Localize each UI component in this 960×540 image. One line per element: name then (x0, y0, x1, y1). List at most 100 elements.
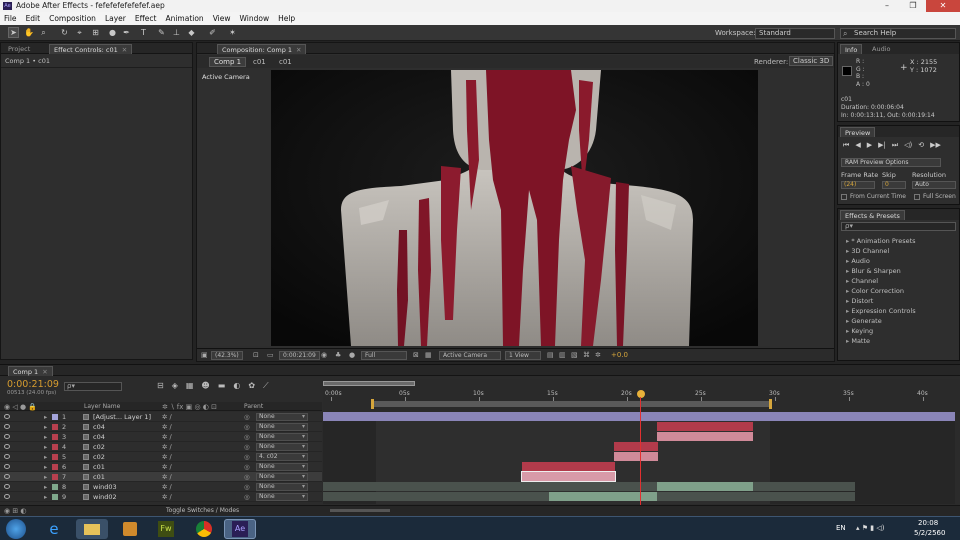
parent-select[interactable]: None (256, 493, 308, 501)
label-color-swatch[interactable] (52, 484, 58, 490)
zoom-slider[interactable] (330, 509, 390, 512)
menu-composition[interactable]: Composition (49, 12, 96, 25)
time-navigator[interactable] (323, 381, 415, 386)
channel-icon[interactable]: ● (349, 351, 355, 359)
parent-column[interactable]: Parent (244, 403, 263, 410)
resolution-select[interactable]: Full (361, 351, 407, 360)
parent-pickwhip-icon[interactable]: ◎ (244, 452, 250, 462)
parent-pickwhip-icon[interactable]: ◎ (244, 412, 250, 422)
layer-row[interactable]: ▸ 3 c04 ✲ ∕ ◎ None (0, 432, 322, 442)
graph-editor-icon[interactable]: ⟋ (263, 381, 269, 391)
puppet-tool-icon[interactable]: ✶ (228, 28, 237, 37)
chrome-icon[interactable] (188, 519, 220, 539)
toggle-pixel-icon[interactable]: ▤ (547, 351, 554, 359)
parent-pickwhip-icon[interactable]: ◎ (244, 422, 250, 432)
label-color-swatch[interactable] (52, 494, 58, 500)
tab-project[interactable]: Project (4, 44, 34, 54)
visibility-eye-icon[interactable] (4, 464, 10, 469)
hand-tool-icon[interactable]: ✋ (24, 28, 34, 37)
layer-bar[interactable] (521, 471, 616, 482)
parent-select[interactable]: None (256, 443, 308, 451)
reset-exposure-icon[interactable]: ✲ (595, 351, 601, 359)
tab-audio[interactable]: Audio (868, 44, 894, 54)
close-tab-icon[interactable]: ✕ (122, 46, 127, 54)
parent-pickwhip-icon[interactable]: ◎ (244, 482, 250, 492)
exposure-value[interactable]: +0.0 (611, 351, 628, 359)
maximize-icon[interactable]: ❐ (900, 0, 926, 12)
search-help-input[interactable]: Search Help (840, 28, 956, 39)
timeline-icon[interactable]: ▧ (571, 351, 578, 359)
menu-layer[interactable]: Layer (105, 12, 126, 25)
frame-blending-icon[interactable]: ▬ (218, 381, 226, 391)
parent-pickwhip-icon[interactable]: ◎ (244, 462, 250, 472)
crumb-c01[interactable]: c01 (253, 58, 266, 66)
hide-shy-icon[interactable]: ☻ (201, 381, 209, 391)
region-of-interest-icon[interactable]: ⊠ (413, 351, 419, 359)
brainstorm-icon[interactable]: ✿ (248, 381, 255, 391)
layer-switches-icon[interactable]: ✲ ∕ (162, 412, 172, 422)
effects-item[interactable]: Color Correction (846, 287, 904, 295)
work-area-end[interactable] (769, 399, 772, 409)
layer-switches-icon[interactable]: ✲ ∕ (162, 482, 172, 492)
menu-help[interactable]: Help (278, 12, 295, 25)
layer-name[interactable]: c04 (93, 422, 105, 432)
expand-arrow-icon[interactable]: ▸ (44, 452, 47, 462)
menu-effect[interactable]: Effect (135, 12, 157, 25)
layer-row[interactable]: ▸ 8 wind03 ✲ ∕ ◎ None (0, 482, 322, 492)
mask-tool-icon[interactable]: ● (108, 28, 117, 37)
layer-row[interactable]: ▸ 6 c01 ✲ ∕ ◎ None (0, 462, 322, 472)
expand-arrow-icon[interactable]: ▸ (44, 492, 47, 502)
camera-view-select[interactable]: Active Camera (439, 351, 501, 360)
start-button-icon[interactable] (6, 519, 26, 539)
layer-switches-icon[interactable]: ✲ ∕ (162, 432, 172, 442)
camera-tool-icon[interactable]: ⌖ (75, 28, 84, 37)
layer-row[interactable]: ▸ 7 c01 ✲ ∕ ◎ None (0, 472, 322, 482)
playhead-handle[interactable] (637, 390, 645, 398)
comp-mini-flowchart-icon[interactable]: ⊟ (157, 381, 164, 391)
layer-switches-icon[interactable]: ✲ ∕ (162, 442, 172, 452)
expand-arrow-icon[interactable]: ▸ (44, 442, 47, 452)
expand-arrow-icon[interactable]: ▸ (44, 422, 47, 432)
current-time-display[interactable]: 0:00:21:09 (279, 351, 320, 360)
title-safe-icon[interactable]: ⊡ (253, 351, 259, 359)
from-current-time-checkbox[interactable] (841, 194, 847, 200)
fireworks-icon[interactable]: Fw (150, 519, 182, 539)
layer-name[interactable]: [Adjust... Layer 1] (93, 412, 151, 422)
layer-bar[interactable] (657, 432, 753, 441)
language-indicator[interactable]: EN (836, 524, 846, 532)
tab-composition[interactable]: Composition: Comp 1 ✕ (217, 44, 307, 54)
visibility-eye-icon[interactable] (4, 424, 10, 429)
renderer-select[interactable]: Classic 3D (789, 56, 834, 66)
live-update-icon[interactable]: ◈ (172, 381, 178, 391)
effects-item[interactable]: Blur & Sharpen (846, 267, 900, 275)
layer-row[interactable]: ▸ 9 wind02 ✲ ∕ ◎ None (0, 492, 322, 502)
menu-file[interactable]: File (4, 12, 17, 25)
tab-effects-presets[interactable]: Effects & Presets (840, 210, 905, 220)
visibility-eye-icon[interactable] (4, 444, 10, 449)
close-icon[interactable]: ✕ (926, 0, 960, 12)
label-color-swatch[interactable] (52, 474, 58, 480)
layer-search-input[interactable]: ρ▾ (64, 382, 122, 391)
expand-arrow-icon[interactable]: ▸ (44, 472, 47, 482)
parent-pickwhip-icon[interactable]: ◎ (244, 442, 250, 452)
menu-edit[interactable]: Edit (26, 12, 41, 25)
layer-bar[interactable] (657, 422, 753, 431)
effects-item[interactable]: Distort (846, 297, 873, 305)
zoom-tool-icon[interactable]: ⌕ (39, 28, 48, 37)
effects-item[interactable]: 3D Channel (846, 247, 889, 255)
layer-bar[interactable] (657, 482, 753, 491)
mute-icon[interactable]: ◁) (904, 141, 912, 150)
parent-pickwhip-icon[interactable]: ◎ (244, 492, 250, 502)
pen-tool-icon[interactable]: ✒ (122, 28, 131, 37)
ram-preview-icon[interactable]: ▶▶ (930, 141, 941, 150)
effects-item[interactable]: Expression Controls (846, 307, 915, 315)
label-color-swatch[interactable] (52, 434, 58, 440)
eraser-tool-icon[interactable]: ◆ (187, 28, 196, 37)
media-player-icon[interactable] (114, 519, 146, 539)
layer-bar[interactable] (323, 412, 955, 421)
layer-bar[interactable] (522, 462, 615, 471)
tab-preview[interactable]: Preview (840, 127, 876, 137)
ie-icon[interactable]: e (38, 519, 70, 539)
crumb-comp[interactable]: Comp 1 (209, 57, 247, 67)
rotate-tool-icon[interactable]: ↻ (60, 28, 69, 37)
